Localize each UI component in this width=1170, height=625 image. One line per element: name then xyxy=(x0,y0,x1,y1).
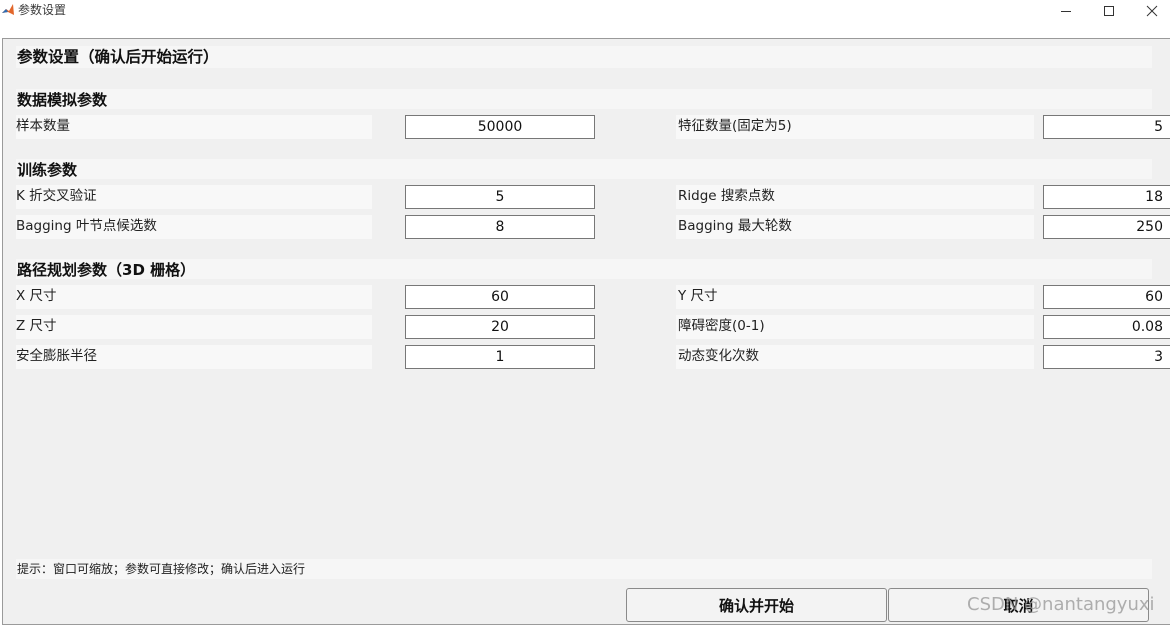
watermark: CSDN @nantangyuxi xyxy=(967,594,1155,615)
section-heading-path-planning: 路径规划参数（3D 栅格） xyxy=(17,261,196,279)
matlab-app-icon xyxy=(2,4,14,15)
ridge-points-label: Ridge 搜索点数 xyxy=(678,188,775,204)
label-bg xyxy=(16,315,372,339)
z-size-input[interactable]: 20 xyxy=(405,315,595,339)
x-size-label: X 尺寸 xyxy=(16,288,57,304)
section-heading-training: 训练参数 xyxy=(17,161,78,179)
close-button[interactable] xyxy=(1130,0,1170,22)
sample-count-label: 样本数量 xyxy=(16,118,70,134)
z-size-label: Z 尺寸 xyxy=(16,318,57,334)
section-band-training xyxy=(16,159,1152,179)
dynamic-changes-input[interactable]: 3 xyxy=(1043,345,1170,369)
feature-count-input[interactable]: 5 xyxy=(1043,115,1170,139)
maximize-button[interactable] xyxy=(1087,0,1131,22)
k-fold-input[interactable]: 5 xyxy=(405,185,595,209)
label-bg xyxy=(16,285,372,309)
page-title: 参数设置（确认后开始运行） xyxy=(17,48,219,66)
y-size-label: Y 尺寸 xyxy=(678,288,718,304)
x-size-input[interactable]: 60 xyxy=(405,285,595,309)
safety-radius-label: 安全膨胀半径 xyxy=(16,348,97,364)
k-fold-label: K 折交叉验证 xyxy=(16,188,97,204)
label-bg xyxy=(676,285,1034,309)
bagging-rounds-input[interactable]: 250 xyxy=(1043,215,1170,239)
bagging-leaf-input[interactable]: 8 xyxy=(405,215,595,239)
minimize-button[interactable] xyxy=(1044,0,1088,22)
dynamic-changes-label: 动态变化次数 xyxy=(678,348,759,364)
obstacle-density-input[interactable]: 0.08 xyxy=(1043,315,1170,339)
maximize-icon xyxy=(1104,6,1114,16)
feature-count-label: 特征数量(固定为5) xyxy=(678,118,792,134)
y-size-input[interactable]: 60 xyxy=(1043,285,1170,309)
obstacle-density-label: 障碍密度(0-1) xyxy=(678,318,765,334)
safety-radius-input[interactable]: 1 xyxy=(405,345,595,369)
section-band-data-sim xyxy=(16,89,1152,109)
confirm-start-button[interactable]: 确认并开始 xyxy=(626,588,887,622)
sample-count-input[interactable]: 50000 xyxy=(405,115,595,139)
title-bar: 参数设置 xyxy=(0,0,1170,22)
main-panel: 参数设置（确认后开始运行） 数据模拟参数 样本数量 50000 特征数量(固定为… xyxy=(2,38,1170,625)
minimize-icon xyxy=(1061,11,1071,12)
ridge-points-input[interactable]: 18 xyxy=(1043,185,1170,209)
bagging-leaf-label: Bagging 叶节点候选数 xyxy=(16,218,157,234)
section-heading-data-sim: 数据模拟参数 xyxy=(17,91,108,109)
close-icon xyxy=(1146,5,1158,17)
window-title: 参数设置 xyxy=(18,3,67,17)
parameter-settings-window: 参数设置 参数设置（确认后开始运行） 数据模拟参数 样本数量 50000 特征数… xyxy=(0,0,1170,625)
bagging-rounds-label: Bagging 最大轮数 xyxy=(678,218,792,234)
hint-text: 提示：窗口可缩放；参数可直接修改；确认后进入运行 xyxy=(17,562,306,576)
